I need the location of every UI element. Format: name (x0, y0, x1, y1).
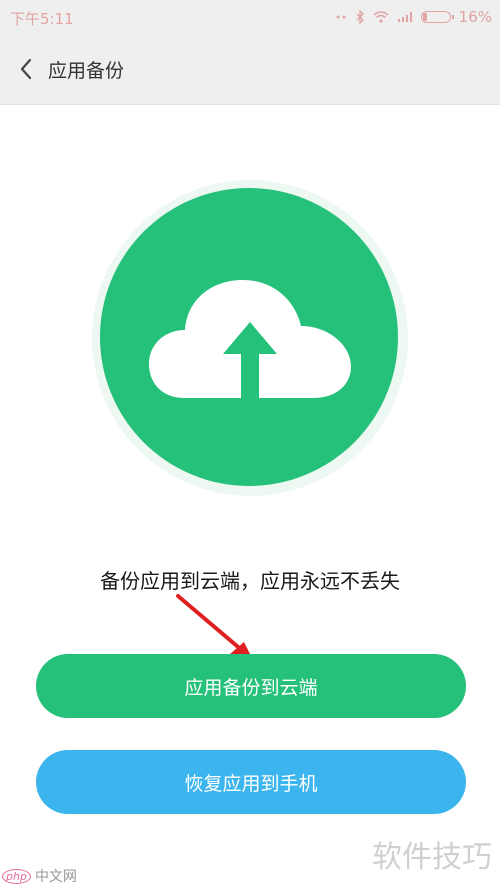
cloud-upload-icon (149, 280, 351, 402)
watermark-text: 软件技巧 (372, 840, 492, 875)
battery-icon (420, 11, 454, 23)
watermark-logo: php 中文网 (2, 866, 77, 886)
backup-to-cloud-button[interactable]: 应用备份到云端 (36, 654, 466, 718)
battery-percent: 16% (458, 8, 492, 26)
wifi-icon (373, 11, 389, 23)
chevron-left-icon (20, 58, 32, 80)
php-badge: php (2, 868, 31, 884)
restore-to-phone-button[interactable]: 恢复应用到手机 (36, 750, 466, 814)
back-button[interactable] (6, 44, 46, 94)
bluetooth-icon (355, 10, 365, 24)
status-bar: 下午5:11 16% (0, 0, 500, 34)
page-title: 应用备份 (48, 60, 125, 82)
watermark-site: 中文网 (34, 869, 77, 885)
signal-icon (397, 11, 413, 23)
status-time: 下午5:11 (10, 10, 74, 28)
status-icons: 16% (335, 8, 492, 26)
dots-icon (335, 11, 347, 23)
title-bar: 应用备份 (0, 34, 500, 105)
